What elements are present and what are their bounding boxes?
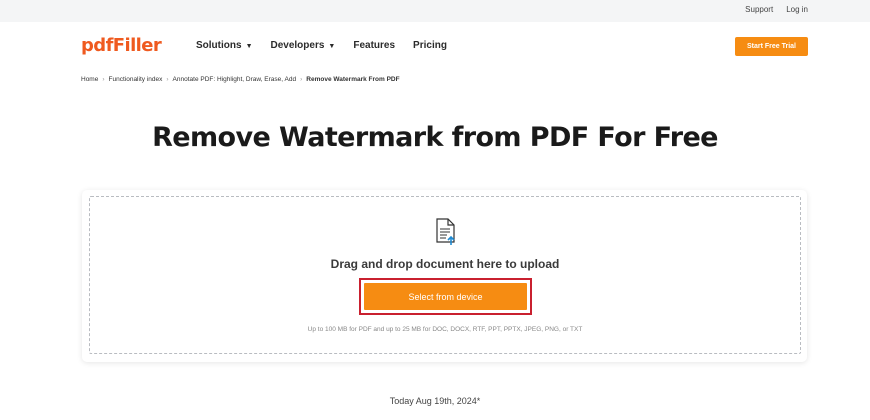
- breadcrumb-separator: ›: [300, 76, 303, 83]
- nav-item-developers[interactable]: Developers ▼: [271, 40, 336, 51]
- login-link[interactable]: Log in: [786, 5, 808, 14]
- nav-item-pricing[interactable]: Pricing: [413, 40, 447, 51]
- breadcrumb-separator: ›: [102, 76, 105, 83]
- select-from-device-button[interactable]: Select from device: [364, 283, 527, 310]
- upload-card: Drag and drop document here to upload Se…: [82, 190, 807, 362]
- date-text: Today Aug 19th, 2024*: [389, 396, 481, 406]
- chevron-down-icon: ▼: [245, 43, 253, 50]
- upload-dropzone[interactable]: Drag and drop document here to upload Se…: [89, 196, 801, 354]
- nav-item-solutions[interactable]: Solutions ▼: [196, 40, 253, 51]
- upload-limits-text: Up to 100 MB for PDF and up to 25 MB for…: [307, 326, 583, 333]
- nav-item-features[interactable]: Features: [353, 40, 395, 51]
- breadcrumb-current: Remove Watermark From PDF: [306, 76, 400, 83]
- nav-label: Developers: [270, 40, 325, 51]
- main-nav: Solutions ▼ Developers ▼ Features Pricin…: [196, 40, 447, 51]
- breadcrumb-home[interactable]: Home: [81, 76, 98, 83]
- breadcrumb-functionality-index[interactable]: Functionality index: [109, 76, 163, 83]
- support-link[interactable]: Support: [745, 5, 773, 14]
- utility-links: Support Log in: [745, 5, 808, 14]
- document-upload-icon: [436, 218, 455, 245]
- top-utility-bar: Support Log in: [0, 0, 870, 22]
- nav-label: Pricing: [413, 40, 447, 51]
- nav-label: Features: [353, 40, 396, 51]
- pdffiller-logo[interactable]: pdfFiller: [81, 35, 162, 56]
- page-title: Remove Watermark from PDF For Free: [152, 122, 718, 153]
- breadcrumb: Home › Functionality index › Annotate PD…: [81, 76, 400, 83]
- site-header: pdfFiller Solutions ▼ Developers ▼ Featu…: [0, 22, 870, 72]
- breadcrumb-annotate-pdf[interactable]: Annotate PDF: Highlight, Draw, Erase, Ad…: [173, 76, 297, 83]
- breadcrumb-separator: ›: [166, 76, 169, 83]
- start-free-trial-button[interactable]: Start Free Trial: [735, 37, 808, 56]
- chevron-down-icon: ▼: [328, 43, 336, 50]
- nav-label: Solutions: [196, 40, 242, 51]
- drop-instructions: Drag and drop document here to upload: [330, 257, 560, 271]
